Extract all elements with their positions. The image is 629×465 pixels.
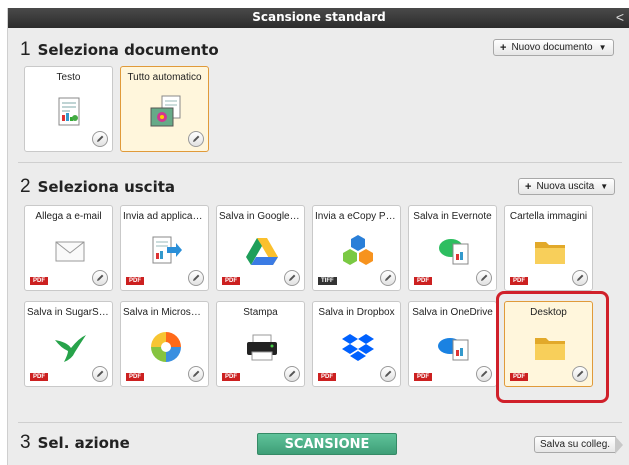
google-drive-icon <box>245 234 279 268</box>
send-to-app-icon <box>149 234 183 268</box>
file-format-badge: PDF <box>30 373 48 381</box>
edit-pencil-icon[interactable] <box>188 131 204 147</box>
output-salva-in-evernote-tile[interactable]: Salva in Evernote PDF <box>408 205 497 291</box>
document-testo-tile[interactable]: Testo <box>24 66 113 152</box>
new-output-label: Nuova uscita <box>536 181 595 192</box>
folder-icon <box>533 234 567 268</box>
tile-label: Salva in OneDrive <box>412 307 493 318</box>
tile-label: Salva in Dropbox <box>318 307 395 318</box>
printer-icon <box>245 330 279 364</box>
dropbox-icon <box>341 330 375 364</box>
file-format-badge: PDF <box>126 277 144 285</box>
file-format-badge: PDF <box>222 373 240 381</box>
output-salva-in-microsoft-tile[interactable]: Salva in Microsoft ... PDF <box>120 301 209 387</box>
tile-label: Invia ad applicazio... <box>123 211 206 222</box>
step2-number: 2 <box>20 176 31 197</box>
evernote-icon <box>437 234 471 268</box>
step3-header: 3 Sel. azione <box>20 432 130 454</box>
caret-down-icon: ▼ <box>598 43 607 52</box>
save-to-link-button[interactable]: Salva su colleg. <box>534 436 616 453</box>
edit-pencil-icon[interactable] <box>572 270 588 286</box>
back-chevron-icon[interactable]: < <box>616 9 624 25</box>
tile-label: Salva in Evernote <box>413 211 492 222</box>
envelope-icon <box>53 234 87 268</box>
file-format-badge: PDF <box>222 277 240 285</box>
output-invia-a-ecopy-pdf-tile[interactable]: Invia a eCopy PDF ... TIFF <box>312 205 401 291</box>
plus-icon: + <box>500 41 507 54</box>
file-format-badge: PDF <box>318 373 336 381</box>
edit-pencil-icon[interactable] <box>284 270 300 286</box>
text-document-icon <box>53 95 87 129</box>
file-format-badge: PDF <box>30 277 48 285</box>
divider <box>18 162 622 163</box>
onedrive-icon <box>437 330 471 364</box>
output-allega-a-e-mail-tile[interactable]: Allega a e-mail PDF <box>24 205 113 291</box>
edit-pencil-icon[interactable] <box>188 270 204 286</box>
edit-pencil-icon[interactable] <box>92 366 108 382</box>
edit-pencil-icon[interactable] <box>92 270 108 286</box>
auto-photo-document-icon <box>149 95 183 129</box>
tile-label: Stampa <box>243 307 278 318</box>
step3-number: 3 <box>20 432 31 453</box>
step1-number: 1 <box>20 39 31 60</box>
scan-button[interactable]: SCANSIONE <box>257 433 397 455</box>
tile-label: Tutto automatico <box>127 72 202 83</box>
scan-window: Scansione standard < 1 Seleziona documen… <box>7 8 629 465</box>
step1-header: 1 Seleziona documento <box>20 39 219 61</box>
new-document-button[interactable]: + Nuovo documento ▼ <box>493 39 614 56</box>
tile-label: Salva in Microsoft ... <box>123 307 206 318</box>
edit-pencil-icon[interactable] <box>92 131 108 147</box>
step2-label: Seleziona uscita <box>37 178 176 196</box>
selected-output-highlight <box>496 291 609 403</box>
edit-pencil-icon[interactable] <box>476 366 492 382</box>
edit-pencil-icon[interactable] <box>476 270 492 286</box>
output-salva-in-dropbox-tile[interactable]: Salva in Dropbox PDF <box>312 301 401 387</box>
tile-label: Testo <box>56 72 81 83</box>
step1-label: Seleziona documento <box>37 41 219 59</box>
arrow-right-icon <box>615 436 623 454</box>
file-format-badge: PDF <box>126 373 144 381</box>
new-output-button[interactable]: + Nuova uscita ▼ <box>518 178 616 195</box>
tile-label: Cartella immagini <box>509 211 588 222</box>
divider <box>18 422 622 423</box>
output-cartella-immagini-tile[interactable]: Cartella immagini PDF <box>504 205 593 291</box>
title-bar: Scansione standard < <box>8 8 629 28</box>
step3-label: Sel. azione <box>37 434 130 452</box>
microsoft-ball-icon <box>149 330 183 364</box>
file-format-badge: TIFF <box>318 277 337 285</box>
edit-pencil-icon[interactable] <box>188 366 204 382</box>
tile-label: Allega a e-mail <box>35 211 102 222</box>
output-invia-ad-applicazio-tile[interactable]: Invia ad applicazio... PDF <box>120 205 209 291</box>
edit-pencil-icon[interactable] <box>380 366 396 382</box>
ecopy-icon <box>341 234 375 268</box>
output-stampa-tile[interactable]: Stampa PDF <box>216 301 305 387</box>
file-format-badge: PDF <box>414 277 432 285</box>
hummingbird-icon <box>53 330 87 364</box>
output-salva-in-onedrive-tile[interactable]: Salva in OneDrive PDF <box>408 301 497 387</box>
file-format-badge: PDF <box>414 373 432 381</box>
tile-label: Salva in Google Dri... <box>219 211 302 222</box>
edit-pencil-icon[interactable] <box>380 270 396 286</box>
plus-icon: + <box>525 180 532 193</box>
tile-label: Invia a eCopy PDF ... <box>315 211 398 222</box>
document-tutto-automatico-tile[interactable]: Tutto automatico <box>120 66 209 152</box>
output-salva-in-google-dri-tile[interactable]: Salva in Google Dri... PDF <box>216 205 305 291</box>
new-document-label: Nuovo documento <box>511 42 593 53</box>
caret-down-icon: ▼ <box>600 182 609 191</box>
window-title: Scansione standard <box>252 10 386 24</box>
step2-header: 2 Seleziona uscita <box>20 176 175 198</box>
tile-label: Salva in SugarSync <box>27 307 110 318</box>
file-format-badge: PDF <box>510 277 528 285</box>
edit-pencil-icon[interactable] <box>284 366 300 382</box>
output-salva-in-sugarsync-tile[interactable]: Salva in SugarSync PDF <box>24 301 113 387</box>
